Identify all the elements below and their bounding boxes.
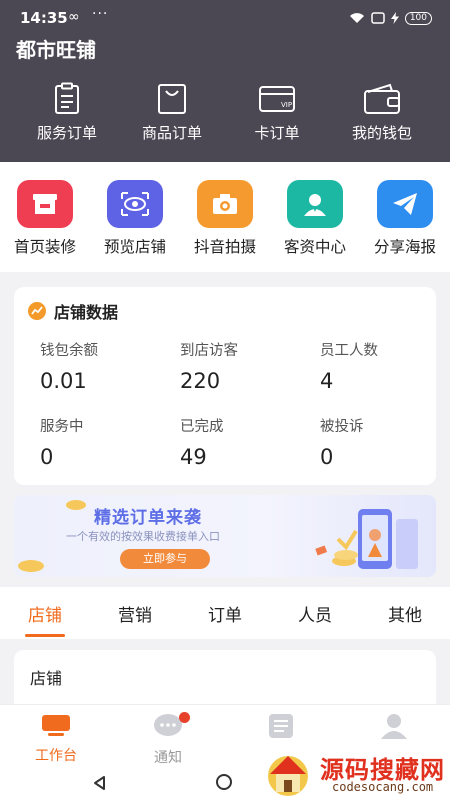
douyin-shoot-label: 抖音拍摄 [193,238,256,256]
home-decoration-label: 首页装修 [13,238,76,256]
stat-label: 服务中 [40,419,84,435]
promo-banner[interactable]: 精选订单来袭 一个有效的按效果收费接单入口 立即参与 [14,495,436,577]
page-title: 都市旺铺 [16,38,96,62]
tab-active-indicator [25,634,65,637]
unread-badge [179,712,190,723]
shopping-bag-icon [158,84,186,114]
card-orders-label: 卡订单 [254,124,300,142]
customer-center-button[interactable]: 客资中心 [270,180,360,257]
stat-value: 0 [40,445,54,469]
share-poster-button[interactable]: 分享海报 [360,180,450,257]
infinity-icon: ∞ [68,9,80,25]
storefront-icon [17,180,73,228]
store-data-title: 店铺数据 [28,299,118,323]
stat-in-service[interactable]: 服务中 0 [40,415,170,469]
stat-label: 到店访客 [180,343,238,359]
status-bar: 14:35 ∞ ··· 100 [0,0,450,36]
join-now-button[interactable]: 立即参与 [120,549,210,569]
house-logo-icon [268,756,308,796]
coin-icon [66,500,86,510]
wifi-icon [349,13,364,23]
card-orders-button[interactable]: VIP 卡订单 [227,82,327,152]
my-wallet-button[interactable]: 我的钱包 [332,82,432,152]
home-decoration-button[interactable]: 首页装修 [0,180,90,257]
section-title: 店铺 [30,669,63,688]
product-orders-label: 商品订单 [141,124,202,142]
paper-plane-icon [377,180,433,228]
list-icon [269,714,293,738]
camera-icon [197,180,253,228]
trend-icon [28,302,46,320]
tab-marketing[interactable]: 营销 [90,601,180,626]
category-tabs: 店铺 营销 订单 人员 其他 [0,587,450,639]
stat-value: 4 [320,369,334,393]
status-indicators: 100 [349,10,432,26]
eye-icon [107,180,163,228]
status-time: 14:35 [20,9,68,27]
stat-completed[interactable]: 已完成 49 [180,415,310,469]
monitor-icon [42,715,70,736]
coin-icon [18,560,44,572]
charging-icon [390,12,399,24]
tab-other[interactable]: 其他 [360,601,450,626]
nav-profile[interactable] [338,713,450,747]
douyin-shoot-button[interactable]: 抖音拍摄 [180,180,270,257]
share-poster-label: 分享海报 [373,238,436,256]
stat-value: 0.01 [40,369,87,393]
store-data-title-text: 店铺数据 [54,303,119,322]
store-section: 店铺 [14,650,436,710]
stat-value: 0 [320,445,334,469]
service-orders-label: 服务订单 [36,124,97,142]
store-data-card: 店铺数据 钱包余额 0.01 到店访客 220 员工人数 4 服务中 0 已完成… [14,287,436,485]
banner-subtitle: 一个有效的按效果收费接单入口 [66,530,220,543]
app-header: 14:35 ∞ ··· 100 都市旺铺 服务订单 商品订单 VIP 卡订单 我… [0,0,450,162]
stat-label: 被投诉 [320,419,364,435]
stat-value: 49 [180,445,207,469]
preview-store-button[interactable]: 预览店铺 [90,180,180,257]
battery-icon: 100 [404,11,432,25]
stat-visitors[interactable]: 到店访客 220 [180,339,310,393]
tab-store[interactable]: 店铺 [0,601,90,626]
clipboard-icon [55,82,79,114]
vip-card-icon: VIP [259,86,295,112]
tab-orders[interactable]: 订单 [180,601,270,626]
stat-staff-count[interactable]: 员工人数 4 [320,339,450,393]
back-icon[interactable] [92,775,108,791]
nav-workbench[interactable]: 工作台 [0,713,112,765]
stat-label: 钱包余额 [40,343,98,359]
nav-list[interactable] [225,713,337,747]
stat-label: 员工人数 [320,343,378,359]
banner-title: 精选订单来袭 [94,508,202,528]
nav-notifications[interactable]: 通知 [112,712,224,767]
watermark-url: codesocang.com [332,780,434,794]
header-nav: 服务订单 商品订单 VIP 卡订单 我的钱包 [0,82,450,152]
quick-actions: 首页装修 预览店铺 抖音拍摄 客资中心 分享海报 [0,162,450,272]
nav-workbench-label: 工作台 [35,748,77,764]
tab-staff[interactable]: 人员 [270,601,360,626]
stat-label: 已完成 [180,419,224,435]
preview-store-label: 预览店铺 [103,238,166,256]
home-icon[interactable] [216,774,232,790]
svg-text:VIP: VIP [281,101,292,109]
stat-complaints[interactable]: 被投诉 0 [320,415,450,469]
phone-illustration-icon [315,509,418,569]
watermark: 源码搜藏网 codesocang.com [258,748,448,798]
product-orders-button[interactable]: 商品订单 [122,82,222,152]
screen-icon [371,12,385,24]
customer-center-label: 客资中心 [283,238,346,256]
stat-value: 220 [180,369,221,393]
person-icon [287,180,343,228]
more-dots-icon: ··· [92,6,109,22]
user-icon [381,714,407,739]
my-wallet-label: 我的钱包 [351,124,412,142]
wallet-icon [364,83,400,114]
stat-wallet-balance[interactable]: 钱包余额 0.01 [40,339,170,393]
service-orders-button[interactable]: 服务订单 [17,82,117,152]
